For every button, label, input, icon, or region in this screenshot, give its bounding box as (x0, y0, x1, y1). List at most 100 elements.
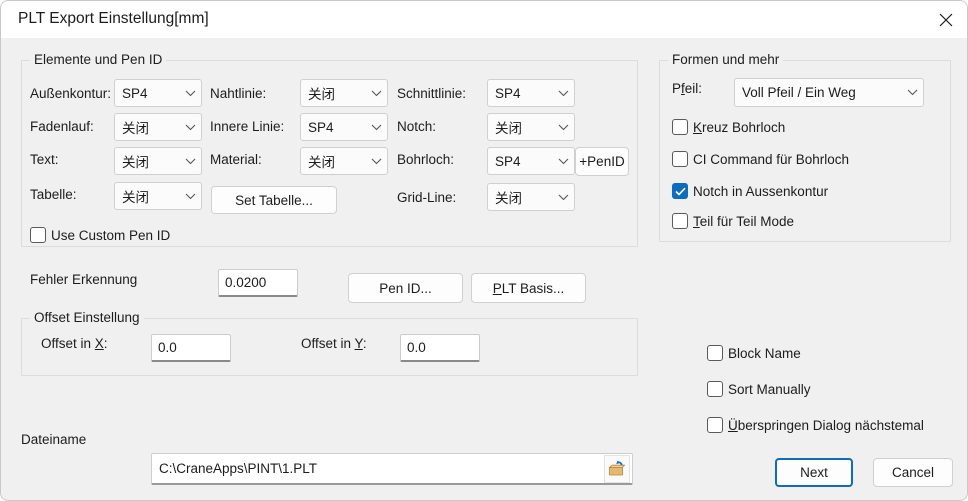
pen-id-button[interactable]: Pen ID... (348, 273, 463, 303)
label-dateiname: Dateiname (21, 432, 87, 447)
combo-material[interactable]: 关闭 (300, 147, 388, 175)
checkbox-label: Überspringen Dialog nächstemal (728, 417, 924, 433)
set-tabelle-button[interactable]: Set Tabelle... (211, 186, 337, 214)
label-pfeil-accel: f (681, 81, 685, 96)
label-offset-x-accel: X (94, 336, 104, 351)
label-schnittlinie: Schnittlinie: (397, 86, 467, 101)
label-notch: Notch: (397, 119, 437, 134)
checkbox-box (672, 213, 688, 229)
chevron-down-icon (365, 124, 387, 131)
checkbox-box (672, 119, 688, 135)
label-offset-x: Offset in X: (41, 336, 108, 351)
window-title: PLT Export Einstellung[mm] (18, 10, 209, 27)
combo-schnittlinie-value: SP4 (495, 85, 521, 101)
label-nahtlinie: Nahtlinie: (210, 86, 267, 101)
chevron-down-icon (365, 90, 387, 97)
combo-grid-line[interactable]: 关闭 (487, 183, 575, 211)
offset-y-input[interactable]: 0.0 (400, 334, 480, 362)
chevron-down-icon (552, 124, 574, 131)
label-aussenkontur: Außenkontur: (30, 86, 112, 101)
checkbox-box (707, 345, 723, 361)
combo-nahtlinie-value: 关闭 (308, 87, 335, 102)
chevron-down-icon (552, 158, 574, 165)
group-title-offset: Offset Einstellung (30, 310, 144, 325)
combo-text[interactable]: 关闭 (114, 147, 202, 175)
chevron-down-icon (179, 90, 201, 97)
checkbox-use-custom-pen-id[interactable]: Use Custom Pen ID (30, 227, 170, 243)
checkbox-box (30, 227, 46, 243)
label-innere-linie: Innere Linie: (210, 119, 285, 134)
open-folder-icon[interactable] (604, 454, 630, 483)
combo-innere-linie-value: SP4 (308, 119, 334, 135)
checkbox-box (672, 183, 688, 199)
group-title-formen: Formen und mehr (668, 52, 784, 67)
filename-input[interactable]: C:\CraneApps\PINT\1.PLT (151, 453, 633, 485)
filename-value: C:\CraneApps\PINT\1.PLT (159, 461, 318, 476)
checkbox-kreuz-bohrloch[interactable]: Kreuz Bohrloch (672, 119, 785, 135)
fehler-erkennung-input[interactable]: 0.0200 (218, 269, 298, 297)
checkbox-block-name[interactable]: Block Name (707, 345, 801, 361)
checkbox-label: Use Custom Pen ID (51, 227, 171, 243)
checkbox-ci-command-fuer-bohrloch[interactable]: CI Command für Bohrloch (672, 151, 849, 167)
label-tabelle: Tabelle: (30, 187, 77, 202)
combo-bohrloch[interactable]: SP4 (487, 147, 575, 175)
label-text: Text: (30, 152, 59, 167)
checkbox-box (707, 381, 723, 397)
offset-x-input[interactable]: 0.0 (151, 334, 231, 362)
checkbox-label: Sort Manually (728, 381, 811, 397)
combo-aussenkontur-value: SP4 (122, 85, 148, 101)
label-material: Material: (210, 152, 262, 167)
label-fadenlauf: Fadenlauf: (30, 119, 94, 134)
cancel-button[interactable]: Cancel (873, 458, 953, 487)
chevron-down-icon (179, 124, 201, 131)
label-offset-x-post: : (103, 336, 108, 351)
checkbox-label: Kreuz Bohrloch (693, 119, 786, 135)
plt-basis-accel: P (492, 280, 502, 296)
chevron-down-icon (901, 89, 923, 96)
combo-innere-linie[interactable]: SP4 (300, 113, 388, 141)
combo-fadenlauf-value: 关闭 (122, 121, 149, 136)
checkbox-label: Notch in Aussenkontur (693, 183, 829, 199)
combo-notch-value: 关闭 (495, 121, 522, 136)
combo-schnittlinie[interactable]: SP4 (487, 79, 575, 107)
label-offset-y-accel: Y (354, 336, 363, 351)
combo-nahtlinie[interactable]: 关闭 (300, 79, 388, 107)
checkbox-label: CI Command für Bohrloch (693, 151, 850, 167)
add-pen-id-button[interactable]: +PenID (575, 147, 629, 176)
checkbox-label: Block Name (728, 345, 801, 361)
combo-notch[interactable]: 关闭 (487, 113, 575, 141)
label-offset-y-post: : (362, 336, 367, 351)
combo-tabelle[interactable]: 关闭 (114, 182, 202, 210)
checkbox-label: Teil für Teil Mode (693, 213, 795, 229)
checkbox-teil-accel: T (693, 213, 700, 229)
chevron-down-icon (552, 194, 574, 201)
checkbox-box (707, 417, 723, 433)
checkbox-teil-fuer-teil-mode[interactable]: Teil für Teil Mode (672, 213, 794, 229)
combo-material-value: 关闭 (308, 155, 335, 170)
label-grid-line: Grid-Line: (397, 190, 457, 205)
label-pfeil: Pfeil: (672, 81, 703, 96)
title-bar: PLT Export Einstellung[mm] (1, 1, 967, 38)
close-icon[interactable] (923, 1, 967, 38)
chevron-down-icon (179, 158, 201, 165)
label-offset-x-pre: Offset in (41, 336, 95, 351)
combo-pfeil[interactable]: Voll Pfeil / Ein Weg (734, 78, 924, 107)
combo-pfeil-value: Voll Pfeil / Ein Weg (742, 85, 856, 100)
label-fehler-erkennung: Fehler Erkennung (30, 272, 138, 287)
next-button[interactable]: Next (775, 458, 853, 487)
checkbox-kreuz-accel: K (693, 119, 703, 135)
checkbox-sort-manually[interactable]: Sort Manually (707, 381, 811, 397)
group-title-elemente: Elemente und Pen ID (30, 52, 167, 67)
label-bohrloch: Bohrloch: (397, 152, 455, 167)
combo-bohrloch-value: SP4 (495, 153, 521, 169)
chevron-down-icon (179, 193, 201, 200)
combo-aussenkontur[interactable]: SP4 (114, 79, 202, 107)
checkbox-ueberspringen-dialog-naechstemal[interactable]: Überspringen Dialog nächstemal (707, 417, 924, 433)
combo-fadenlauf[interactable]: 关闭 (114, 113, 202, 141)
label-offset-y-pre: Offset in (301, 336, 355, 351)
checkbox-notch-in-aussenkontur[interactable]: Notch in Aussenkontur (672, 183, 828, 199)
label-offset-y: Offset in Y: (301, 336, 367, 351)
checkbox-ueberspringen-accel: Ü (728, 417, 738, 433)
checkbox-box (672, 151, 688, 167)
plt-basis-button[interactable]: P LT Basis... (471, 273, 586, 303)
